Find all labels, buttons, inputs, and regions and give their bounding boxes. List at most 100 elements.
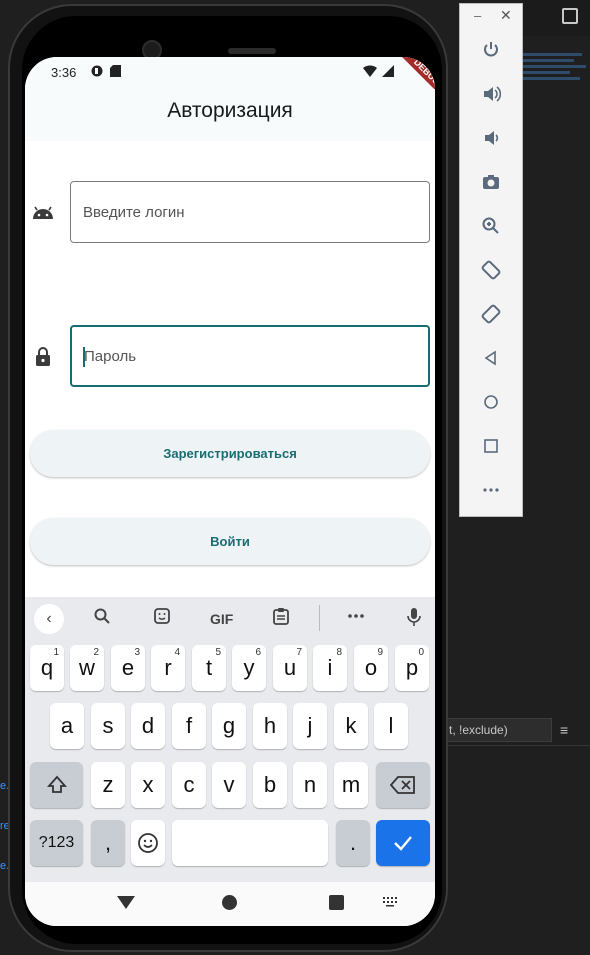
rotate-right-icon[interactable] — [478, 301, 504, 327]
more-icon[interactable] — [478, 477, 504, 503]
enter-key[interactable] — [376, 820, 430, 866]
key-m[interactable]: m — [334, 762, 368, 808]
key-f[interactable]: f — [172, 703, 206, 749]
text-cursor — [83, 347, 85, 367]
shift-key[interactable] — [30, 762, 83, 808]
toolbar-divider — [319, 605, 320, 631]
key-l[interactable]: l — [374, 703, 408, 749]
key-p[interactable]: p0 — [395, 645, 429, 691]
key-label: t — [205, 655, 213, 680]
key-r[interactable]: r4 — [151, 645, 185, 691]
rotate-left-icon[interactable] — [478, 257, 504, 283]
home-circle-icon[interactable] — [478, 389, 504, 415]
login-input[interactable] — [71, 182, 429, 242]
key-hint: 5 — [215, 647, 221, 658]
filter-lines-icon[interactable]: ≡ — [560, 722, 568, 738]
nav-back-icon[interactable] — [117, 896, 135, 909]
volume-down-icon[interactable] — [478, 125, 504, 151]
more-horizontal-icon[interactable] — [346, 607, 366, 628]
backspace-key[interactable] — [376, 762, 430, 808]
app-bar: Авторизация — [25, 89, 435, 141]
login-field[interactable] — [70, 181, 430, 243]
key-e[interactable]: e3 — [111, 645, 145, 691]
key-v[interactable]: v — [212, 762, 246, 808]
backspace-icon — [390, 776, 415, 794]
layout-icon[interactable] — [562, 8, 578, 24]
sticker-icon[interactable] — [153, 607, 171, 628]
key-hint: 6 — [255, 647, 261, 658]
register-button[interactable]: Зарегистрироваться — [30, 430, 430, 477]
key-w[interactable]: w2 — [70, 645, 104, 691]
symbols-key[interactable]: ?123 — [30, 820, 83, 866]
ide-divider — [440, 745, 590, 746]
gutter-mark: re — [0, 820, 10, 832]
nav-recents-icon[interactable] — [329, 895, 344, 910]
status-bar: 3:36 DEBUG — [25, 57, 435, 113]
key-label: i — [327, 655, 333, 680]
key-hint: 4 — [174, 647, 180, 658]
key-i[interactable]: i8 — [313, 645, 347, 691]
key-u[interactable]: u7 — [273, 645, 307, 691]
close-button[interactable]: ✕ — [500, 7, 512, 24]
sd-card-icon — [110, 65, 122, 77]
key-h[interactable]: h — [253, 703, 287, 749]
space-key[interactable] — [172, 820, 328, 866]
minimize-button[interactable]: – — [474, 8, 481, 23]
signal-icon — [382, 65, 395, 77]
wifi-icon — [363, 65, 377, 77]
key-label: u — [283, 655, 297, 680]
page-title: Авторизация — [167, 99, 293, 122]
camera-icon[interactable] — [478, 169, 504, 195]
chevron-left-icon[interactable]: ‹ — [34, 604, 64, 634]
system-nav-bar — [25, 882, 435, 926]
microphone-icon[interactable] — [407, 607, 421, 630]
key-hint: 0 — [418, 647, 424, 658]
key-c[interactable]: c — [172, 762, 206, 808]
key-n[interactable]: n — [293, 762, 327, 808]
period-key[interactable]: . — [336, 820, 370, 866]
key-s[interactable]: s — [91, 703, 125, 749]
password-input[interactable] — [72, 327, 428, 385]
key-x[interactable]: x — [131, 762, 165, 808]
key-hint: 9 — [377, 647, 383, 658]
key-q[interactable]: q1 — [30, 645, 64, 691]
earpiece-speaker — [228, 48, 276, 54]
emulator-toolbar-header: – ✕ — [460, 4, 522, 30]
key-label: e — [121, 655, 135, 680]
search-icon[interactable] — [93, 607, 111, 628]
nav-home-icon[interactable] — [222, 895, 237, 910]
gif-button[interactable]: GIF — [210, 611, 233, 627]
ide-filter-input[interactable]: t, !exclude) — [440, 718, 552, 742]
key-label: r — [164, 655, 172, 680]
android-icon — [31, 201, 55, 225]
back-triangle-icon[interactable] — [478, 345, 504, 371]
notification-icons — [91, 65, 122, 80]
status-time: 3:36 — [51, 65, 77, 80]
clipboard-icon[interactable] — [273, 607, 289, 628]
key-b[interactable]: b — [253, 762, 287, 808]
shift-icon — [46, 775, 67, 793]
keyboard-switch-icon[interactable] — [382, 895, 398, 910]
key-hint: 8 — [336, 647, 342, 658]
key-t[interactable]: t5 — [192, 645, 226, 691]
overview-square-icon[interactable] — [478, 433, 504, 459]
key-d[interactable]: d — [131, 703, 165, 749]
login-button[interactable]: Войти — [30, 518, 430, 565]
key-label: y — [243, 655, 255, 680]
comma-key[interactable]: , — [91, 820, 125, 866]
key-o[interactable]: o9 — [354, 645, 388, 691]
power-icon[interactable] — [478, 37, 504, 63]
volume-up-icon[interactable] — [478, 81, 504, 107]
emoji-key[interactable] — [131, 820, 165, 866]
key-label: q — [40, 655, 54, 680]
key-g[interactable]: g — [212, 703, 246, 749]
key-k[interactable]: k — [334, 703, 368, 749]
key-j[interactable]: j — [293, 703, 327, 749]
zoom-icon[interactable] — [478, 213, 504, 239]
keyboard-toolbar: ‹ GIF — [25, 597, 435, 639]
key-a[interactable]: a — [50, 703, 84, 749]
password-field[interactable] — [70, 325, 430, 387]
emulator-toolbar: – ✕ — [459, 3, 523, 517]
key-z[interactable]: z — [91, 762, 125, 808]
key-y[interactable]: y6 — [232, 645, 266, 691]
